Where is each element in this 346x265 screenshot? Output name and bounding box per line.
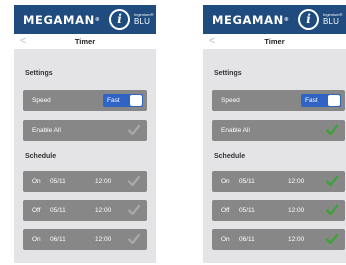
schedule-state: Off bbox=[221, 207, 230, 214]
page-title: Timer bbox=[74, 37, 96, 46]
speed-toggle[interactable]: Fast bbox=[301, 94, 341, 107]
schedule-date: 05/11 bbox=[239, 178, 255, 185]
checkmark-icon[interactable] bbox=[325, 232, 339, 246]
schedule-row[interactable]: On 05/11 12:00 bbox=[23, 171, 147, 192]
settings-section-title: Settings bbox=[25, 70, 53, 77]
schedule-row[interactable]: On 06/11 12:00 bbox=[212, 229, 345, 250]
enable-all-label: Enable All bbox=[221, 127, 250, 134]
speed-value: Fast bbox=[305, 97, 318, 104]
schedule-time: 12:00 bbox=[288, 207, 305, 214]
checkmark-icon[interactable] bbox=[127, 174, 141, 188]
schedule-section-title: Schedule bbox=[25, 153, 57, 160]
ingenium-logo-icon: i bbox=[298, 9, 319, 30]
schedule-row[interactable]: Off 05/11 12:00 bbox=[23, 200, 147, 221]
schedule-state: On bbox=[221, 178, 230, 185]
schedule-section-title: Schedule bbox=[214, 153, 246, 160]
speed-toggle[interactable]: Fast bbox=[103, 94, 143, 107]
brand-logo-text: MEGAMAN® bbox=[23, 13, 100, 27]
schedule-time: 12:00 bbox=[95, 178, 112, 185]
speed-row[interactable]: Speed Fast bbox=[23, 90, 147, 111]
schedule-row[interactable]: Off 05/11 12:00 bbox=[212, 200, 345, 221]
enable-all-label: Enable All bbox=[32, 127, 61, 134]
checkmark-icon[interactable] bbox=[127, 123, 141, 137]
schedule-row[interactable]: On 06/11 12:00 bbox=[23, 229, 147, 250]
schedule-date: 05/11 bbox=[239, 207, 255, 214]
timer-screen-unchecked: MEGAMAN® i Ingenium® BLU < Timer Setting… bbox=[14, 5, 156, 263]
brand-header: MEGAMAN® i Ingenium® BLU bbox=[14, 5, 156, 34]
schedule-state: On bbox=[32, 178, 41, 185]
schedule-date: 06/11 bbox=[239, 236, 255, 243]
schedule-time: 12:00 bbox=[288, 178, 305, 185]
speed-row[interactable]: Speed Fast bbox=[212, 90, 345, 111]
checkmark-icon[interactable] bbox=[127, 232, 141, 246]
schedule-time: 12:00 bbox=[95, 207, 112, 214]
checkmark-icon[interactable] bbox=[325, 123, 339, 137]
schedule-state: On bbox=[221, 236, 230, 243]
schedule-row[interactable]: On 05/11 12:00 bbox=[212, 171, 345, 192]
enable-all-row[interactable]: Enable All bbox=[23, 120, 147, 141]
schedule-date: 05/11 bbox=[50, 207, 66, 214]
brand-logo-text: MEGAMAN® bbox=[212, 13, 289, 27]
nav-bar: < Timer bbox=[14, 34, 156, 49]
logo-sub-text: BLU bbox=[323, 17, 340, 26]
ingenium-logo-icon: i bbox=[109, 9, 130, 30]
speed-label: Speed bbox=[221, 97, 240, 104]
timer-screen-checked: MEGAMAN® i Ingenium® BLU < Timer Setting… bbox=[203, 5, 346, 263]
enable-all-row[interactable]: Enable All bbox=[212, 120, 345, 141]
schedule-state: On bbox=[32, 236, 41, 243]
toggle-knob bbox=[130, 95, 142, 106]
settings-section-title: Settings bbox=[214, 70, 242, 77]
schedule-state: Off bbox=[32, 207, 41, 214]
speed-value: Fast bbox=[107, 97, 120, 104]
logo-sub-text: BLU bbox=[134, 17, 151, 26]
toggle-knob bbox=[328, 95, 340, 106]
schedule-date: 06/11 bbox=[50, 236, 66, 243]
checkmark-icon[interactable] bbox=[325, 174, 339, 188]
nav-bar: < Timer bbox=[203, 34, 346, 49]
schedule-time: 12:00 bbox=[95, 236, 112, 243]
schedule-date: 05/11 bbox=[50, 178, 66, 185]
checkmark-icon[interactable] bbox=[325, 203, 339, 217]
checkmark-icon[interactable] bbox=[127, 203, 141, 217]
schedule-time: 12:00 bbox=[288, 236, 305, 243]
brand-header: MEGAMAN® i Ingenium® BLU bbox=[203, 5, 346, 34]
speed-label: Speed bbox=[32, 97, 51, 104]
page-title: Timer bbox=[264, 37, 285, 46]
